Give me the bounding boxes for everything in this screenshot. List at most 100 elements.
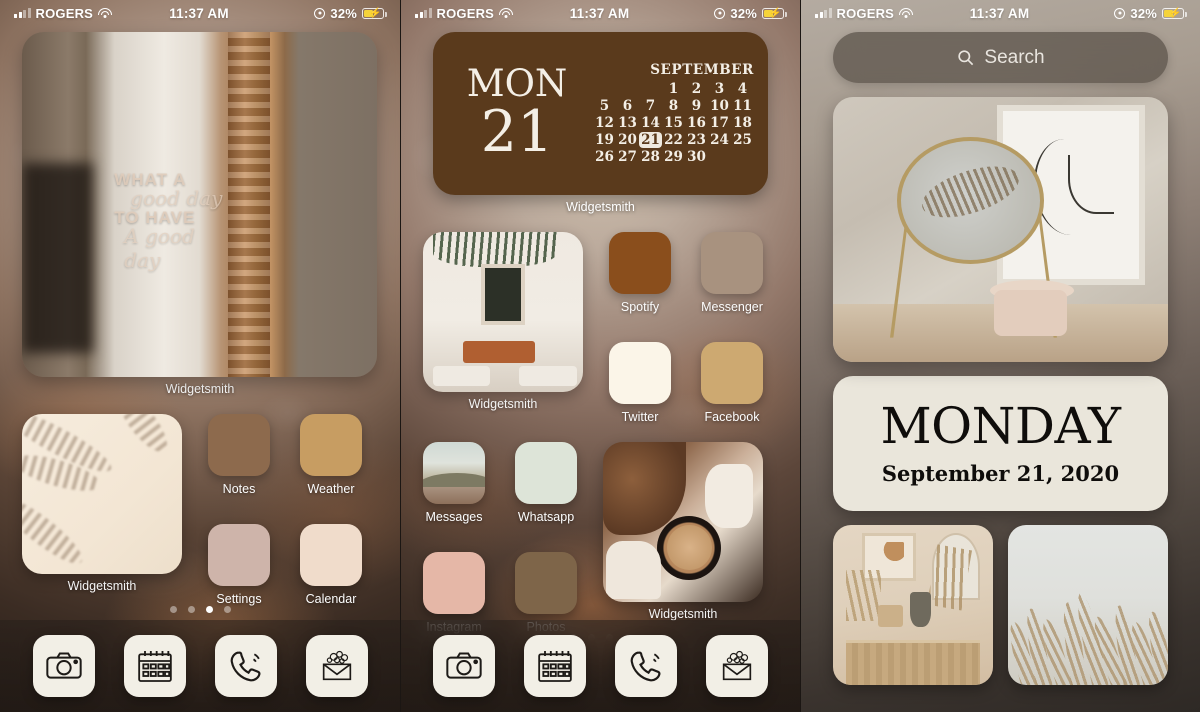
search-input[interactable]: Search (833, 32, 1168, 83)
calendar-day-cell: 4 (737, 81, 748, 97)
dock-app-phone[interactable] (214, 635, 277, 697)
calendar-icon (137, 651, 172, 682)
app-label: Facebook (704, 410, 760, 424)
app-label: Calendar (305, 592, 357, 606)
battery-percent: 32% (330, 5, 358, 21)
widget-photo-large[interactable]: WHAT A good day TO HAVE A good day Widge… (22, 26, 378, 396)
phone-ringing-icon (230, 651, 260, 682)
wifi-icon (499, 7, 514, 19)
calendar-day-cell: 19 (595, 132, 614, 148)
calendar-day-cell: 18 (733, 115, 752, 131)
calendar-day-of-week: MON (466, 62, 568, 106)
app-icon-notes[interactable]: Notes (208, 414, 270, 496)
calendar-day-cell: 28 (641, 149, 660, 165)
battery-charging-icon: ⚡ (362, 7, 387, 19)
widget-label: Widgetsmith (67, 579, 137, 593)
status-time: 11:37 AM (969, 5, 1030, 21)
app-icon-twitter[interactable]: Twitter (609, 342, 671, 424)
calendar-month: SEPTEMBER (650, 62, 754, 78)
status-time: 11:37 AM (569, 5, 630, 21)
calendar-day-cell: 7 (645, 98, 656, 114)
app-icon-messenger[interactable]: Messenger (701, 232, 763, 314)
app-label: Messages (425, 510, 483, 524)
calendar-day-cell: 14 (641, 115, 660, 131)
widget-photo-reeds[interactable] (1008, 525, 1168, 685)
battery-percent: 32% (730, 5, 758, 21)
app-icon-messages[interactable]: Messages (423, 442, 485, 524)
wifi-icon (899, 7, 914, 19)
page-3-content: Search MONDAY September 21, 2020 (801, 26, 1200, 712)
dock-app-mail[interactable] (705, 635, 768, 697)
dock-app-camera[interactable] (433, 635, 496, 697)
calendar-day-cell: 24 (710, 132, 729, 148)
battery-charging-icon: ⚡ (1162, 7, 1187, 19)
camera-icon (45, 652, 82, 679)
calendar-day-cell: 20 (618, 132, 637, 148)
calendar-day-cell: 5 (599, 98, 610, 114)
app-icon-spotify[interactable]: Spotify (609, 232, 671, 314)
app-label: Twitter (621, 410, 659, 424)
calendar-day-cell: 10 (710, 98, 729, 114)
dock-app-calendar[interactable] (524, 635, 587, 697)
calendar-day-cell: 30 (687, 149, 706, 165)
calendar-day-cell: 3 (714, 81, 725, 97)
widget-photo-vanity[interactable] (833, 97, 1168, 362)
calendar-today-cell: 21 (639, 132, 662, 148)
widget-label: Widgetsmith (468, 397, 538, 411)
calendar-day-cell: 2 (691, 81, 702, 97)
photo-widget-row (833, 525, 1168, 685)
location-services-icon (714, 7, 726, 19)
calendar-day-cell: 13 (618, 115, 637, 131)
widget-photo-cafe[interactable]: Widgetsmith (423, 232, 583, 411)
calendar-day-cell: 23 (687, 132, 706, 148)
calendar-day-cell: 25 (733, 132, 752, 148)
widget-photo-coffee[interactable]: Widgetsmith (603, 442, 763, 621)
phone-ringing-icon (630, 651, 661, 682)
wifi-icon (98, 7, 113, 19)
calendar-day-cell: 6 (622, 98, 633, 114)
dock-app-phone[interactable] (614, 635, 677, 697)
app-label: Settings (216, 592, 262, 606)
dock-app-calendar[interactable] (123, 635, 186, 697)
carrier-name: ROGERS (836, 5, 895, 21)
widget-photo-interior[interactable] (833, 525, 993, 685)
app-icon-grid-page-2-bottom: Messages Whatsapp Instagram Photos (423, 442, 577, 634)
app-icon-whatsapp[interactable]: Whatsapp (515, 442, 577, 524)
calendar-day-cell: 16 (687, 115, 706, 131)
app-label: Spotify (620, 300, 660, 314)
cellular-bars-icon (815, 8, 832, 18)
status-bar-3: ROGERS 11:37 AM 32% ⚡ (801, 0, 1200, 26)
page-1-content: WHAT A good day TO HAVE A good day Widge… (0, 26, 400, 712)
widget-label: Widgetsmith (566, 200, 635, 214)
date-widget-date: September 21, 2020 (881, 461, 1120, 486)
calendar-day-cell: 11 (733, 98, 752, 114)
calendar-day-cell: 22 (664, 132, 683, 148)
battery-charging-icon: ⚡ (762, 7, 787, 19)
calendar-day-cell: 29 (664, 149, 683, 165)
dock-app-mail[interactable] (305, 635, 368, 697)
battery-percent: 32% (1130, 5, 1158, 21)
widget-calendar[interactable]: MON 21 SEPTEMBER 00012345678910111213141… (423, 26, 778, 214)
page-2-content: MON 21 SEPTEMBER 00012345678910111213141… (401, 26, 800, 712)
reeds-photo (1008, 525, 1168, 685)
envelope-flowers-icon (322, 650, 351, 681)
widget-date-text[interactable]: MONDAY September 21, 2020 (833, 376, 1168, 511)
app-icon-calendar[interactable]: Calendar (300, 524, 362, 606)
search-placeholder: Search (984, 46, 1045, 68)
app-icon-grid-page-2-top: Spotify Messenger Twitter Facebook (609, 232, 763, 424)
app-icon-facebook[interactable]: Facebook (701, 342, 763, 424)
app-icon-weather[interactable]: Weather (300, 414, 362, 496)
calendar-day-number: 21 (480, 99, 554, 166)
calendar-day-cell: 26 (595, 149, 614, 165)
cellular-bars-icon (415, 8, 432, 18)
carrier-name: ROGERS (436, 5, 495, 21)
widget-photo-small[interactable]: Widgetsmith (22, 414, 182, 593)
location-services-icon (314, 7, 326, 19)
calendar-day-cell: 1 (668, 81, 679, 97)
app-label: Notes (222, 482, 256, 496)
app-label: Whatsapp (517, 510, 575, 524)
app-icon-grid-page-1: Notes Weather Settings Calendar (208, 414, 362, 606)
app-icon-settings[interactable]: Settings (208, 524, 270, 606)
dock-app-camera[interactable] (32, 635, 95, 697)
cafe-photo (423, 232, 583, 392)
